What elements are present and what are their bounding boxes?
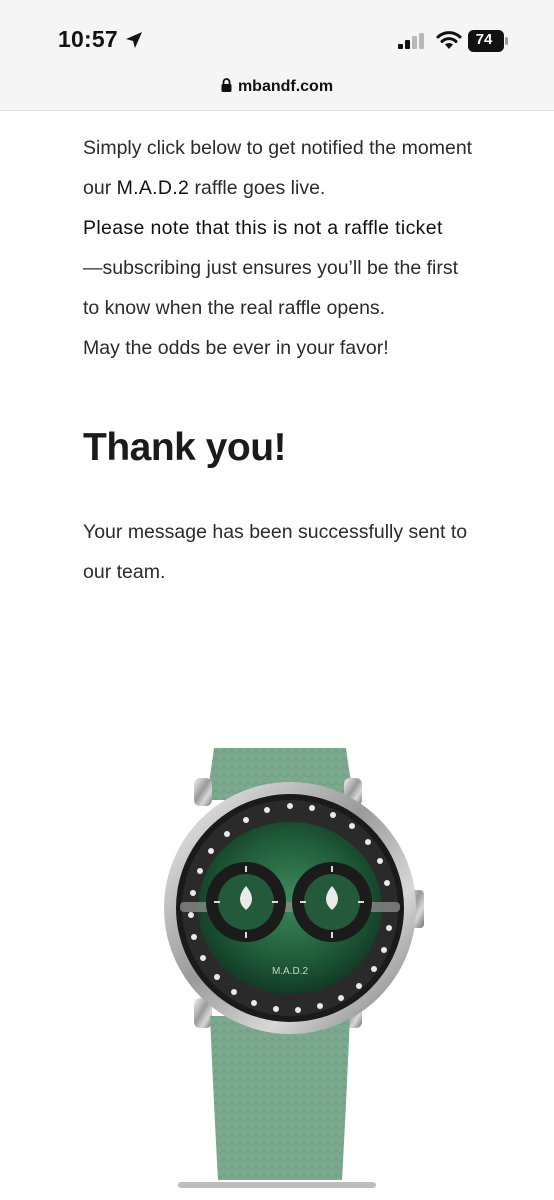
strap-bottom [210,1016,350,1180]
note-line-2: —subscribing just ensures you’ll be the … [83,257,459,279]
signal-icon [398,33,424,49]
watch-image: M.A.D.2 [164,748,424,1180]
address-bar[interactable]: mbandf.com [0,72,554,111]
battery-level: 74 [475,31,493,48]
intro-line: Simply click below to get notified the m… [83,137,473,159]
location-arrow-icon [126,32,142,48]
success-line-2: our team. [83,561,166,583]
product-name: M.A.D.2 [116,177,190,199]
thank-you-heading: Thank you! [83,426,287,469]
lock-icon [221,78,232,92]
odds-line: May the odds be ever in your favor! [83,337,389,359]
intro-line-2: our M.A.D.2 raffle goes live. [83,168,523,208]
status-bar: 10:57 74 [0,0,554,72]
intro-pre: our [83,177,117,199]
raffle-note: Please note that this is not a raffle ti… [83,217,443,239]
success-line-1: Your message has been successfully sent … [83,521,468,543]
raffle-info: Simply click below to get notified the m… [83,128,523,368]
home-indicator[interactable] [178,1182,376,1188]
url-text[interactable]: mbandf.com [238,78,333,95]
note-line-3: to know when the real raffle opens. [83,297,386,319]
wifi-icon [436,31,462,49]
intro-post: raffle goes live. [189,177,326,199]
success-message: Your message has been successfully sent … [83,512,523,592]
watch-brand-text: M.A.D.2 [272,966,309,977]
status-time: 10:57 [58,26,118,52]
